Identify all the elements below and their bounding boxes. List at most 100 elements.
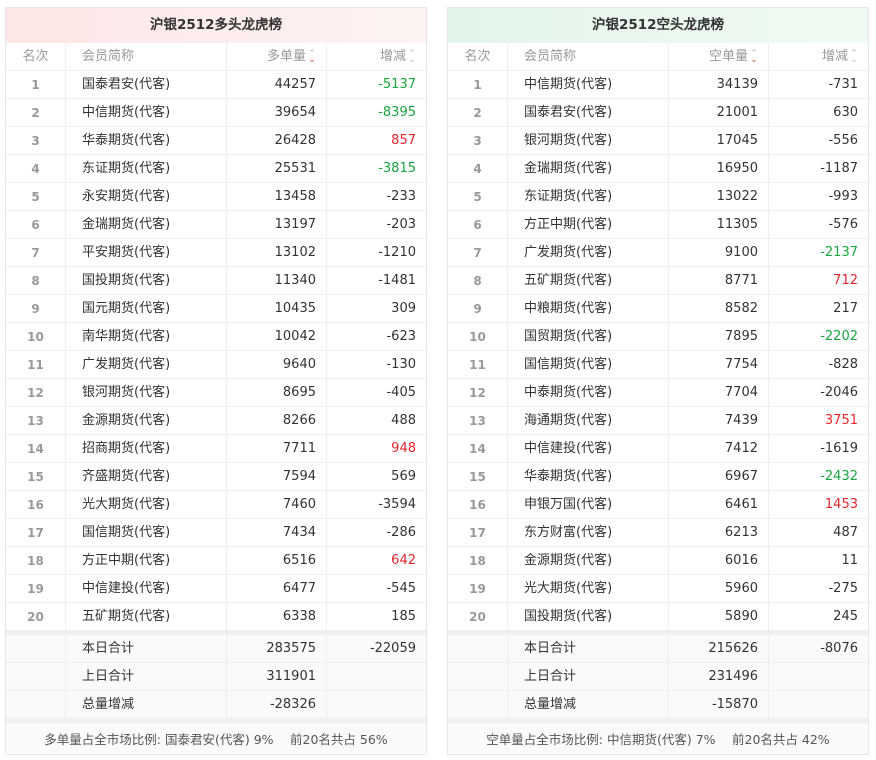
member-cell: 海通期货(代客) [508,407,669,434]
volume-cell: 6213 [669,519,769,546]
member-cell: 东证期货(代客) [66,155,227,182]
change-cell: -2432 [820,469,858,484]
member-cell: 五矿期货(代客) [66,603,227,630]
change-cell: 185 [391,609,416,624]
change-cell: 3751 [824,413,858,428]
table-row: 20 国投期货(代客) 5890 245 [448,603,868,631]
volume-cell: 17045 [669,127,769,154]
table-row: 12 中泰期货(代客) 7704 -2046 [448,379,868,407]
sort-icon[interactable]: ⌃ ⌄ [750,49,758,64]
summary-label: 本日合计 [66,635,227,662]
change-cell: -731 [828,77,858,92]
volume-cell: 16950 [669,155,769,182]
empty-cell [448,663,508,690]
rank-cell: 12 [6,379,66,406]
table-row: 18 方正中期(代客) 6516 642 [6,547,426,575]
member-cell: 齐盛期货(代客) [66,463,227,490]
volume-cell: 34139 [669,71,769,98]
table-row: 4 金瑞期货(代客) 16950 -1187 [448,155,868,183]
change-cell: -5137 [378,77,416,92]
rank-cell: 3 [6,127,66,154]
member-cell: 国贸期货(代客) [508,323,669,350]
member-cell: 中信期货(代客) [66,99,227,126]
volume-cell: 9100 [669,239,769,266]
rank-cell: 3 [448,127,508,154]
change-cell: -3594 [378,497,416,512]
summary-label: 总量增减 [66,691,227,718]
change-cell: -2202 [820,329,858,344]
rank-header: 名次 [6,43,66,70]
rank-cell: 16 [6,491,66,518]
rank-cell: 10 [6,323,66,350]
table-row: 10 国贸期货(代客) 7895 -2202 [448,323,868,351]
change-cell: -1481 [378,273,416,288]
change-header[interactable]: 增减 ⌃ ⌄ [327,43,426,70]
volume-cell: 6016 [669,547,769,574]
volume-cell: 7895 [669,323,769,350]
volume-cell: 5890 [669,603,769,630]
volume-cell: 21001 [669,99,769,126]
rank-cell: 14 [6,435,66,462]
table-row: 17 国信期货(代客) 7434 -286 [6,519,426,547]
change-cell: -2137 [820,245,858,260]
volume-header[interactable]: 空单量 ⌃ ⌄ [669,43,769,70]
table-row: 15 齐盛期货(代客) 7594 569 [6,463,426,491]
sort-icon[interactable]: ⌃ ⌄ [850,49,858,64]
rank-cell: 4 [448,155,508,182]
rank-cell: 13 [448,407,508,434]
member-cell: 国信期货(代客) [508,351,669,378]
member-header: 会员简称 [508,43,669,70]
summary-volume: -28326 [227,691,327,718]
summary-change [327,663,426,690]
change-cell: 309 [391,301,416,316]
member-cell: 中信建投(代客) [508,435,669,462]
sort-icon[interactable]: ⌃ ⌄ [408,49,416,64]
change-cell: -8395 [378,105,416,120]
member-cell: 金源期货(代客) [66,407,227,434]
table-row: 14 中信建投(代客) 7412 -1619 [448,435,868,463]
summary-row: 本日合计 215626 -8076 [448,635,868,663]
summary-change [327,691,426,718]
table-row: 11 国信期货(代客) 7754 -828 [448,351,868,379]
volume-cell: 7754 [669,351,769,378]
change-cell: -3815 [378,161,416,176]
volume-cell: 11340 [227,267,327,294]
change-header-label: 增减 [821,49,848,64]
volume-cell: 7439 [669,407,769,434]
change-header[interactable]: 增减 ⌃ ⌄ [769,43,868,70]
table-row: 13 海通期货(代客) 7439 3751 [448,407,868,435]
table-row: 19 中信建投(代客) 6477 -545 [6,575,426,603]
empty-cell [6,691,66,718]
rank-cell: 16 [448,491,508,518]
member-cell: 中泰期货(代客) [508,379,669,406]
volume-cell: 13458 [227,183,327,210]
summary-change [769,663,868,690]
sort-icon[interactable]: ⌃ ⌄ [308,49,316,64]
rank-cell: 20 [448,603,508,630]
change-cell: 857 [391,133,416,148]
change-header-label: 增减 [379,49,406,64]
volume-cell: 7711 [227,435,327,462]
market-share-footer: 空单量占全市场比例: 中信期货(代客) 7% 前20名共占 42% [448,719,868,753]
change-cell: -556 [828,133,858,148]
change-cell: 487 [833,525,858,540]
member-cell: 平安期货(代客) [66,239,227,266]
empty-cell [448,691,508,718]
rank-cell: 15 [6,463,66,490]
table-row: 15 华泰期货(代客) 6967 -2432 [448,463,868,491]
rank-cell: 2 [448,99,508,126]
member-cell: 申银万国(代客) [508,491,669,518]
summary-row: 总量增减 -15870 [448,691,868,719]
change-cell: 217 [833,301,858,316]
empty-cell [6,663,66,690]
summary-row: 上日合计 231496 [448,663,868,691]
table-row: 14 招商期货(代客) 7711 948 [6,435,426,463]
member-cell: 国泰君安(代客) [66,71,227,98]
table-row: 13 金源期货(代客) 8266 488 [6,407,426,435]
volume-header[interactable]: 多单量 ⌃ ⌄ [227,43,327,70]
rank-cell: 19 [448,575,508,602]
change-cell: -1187 [820,161,858,176]
change-cell: -275 [828,581,858,596]
volume-cell: 5960 [669,575,769,602]
volume-cell: 10435 [227,295,327,322]
